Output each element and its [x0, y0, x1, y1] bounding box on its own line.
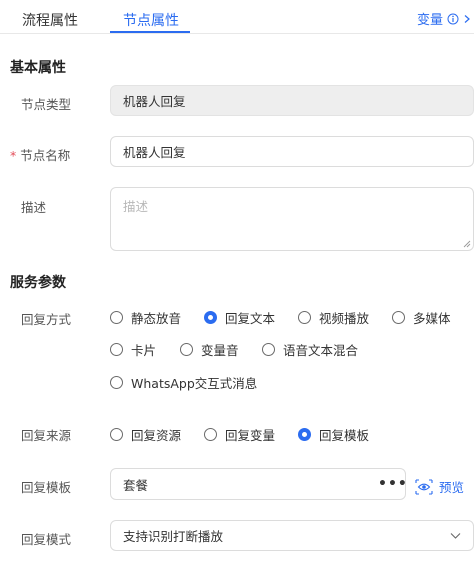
service-params-title: 服务参数 — [10, 275, 66, 291]
radio-voice-text-mix[interactable]: 语音文本混合 — [262, 340, 358, 359]
description-placeholder: 描述 — [123, 199, 149, 214]
radio-circle — [110, 343, 123, 356]
node-type-label: 节点类型 — [21, 97, 72, 112]
radio-circle — [204, 428, 217, 441]
preview-label: 预览 — [439, 480, 465, 495]
variables-link[interactable]: 变量 — [417, 9, 471, 28]
radio-circle — [180, 343, 193, 356]
radio-label: 多媒体 — [413, 311, 451, 326]
chevron-right-icon — [464, 14, 470, 23]
radio-circle — [110, 428, 123, 441]
radio-label: 变量音 — [201, 343, 239, 358]
tab-node-properties[interactable]: 节点属性 — [123, 10, 179, 30]
reply-template-value: 套餐 — [123, 477, 149, 493]
eye-icon — [415, 478, 433, 495]
reply-mode-value: 支持识别打断播放 — [123, 529, 224, 544]
resize-handle-icon[interactable] — [463, 240, 471, 248]
required-mark: * — [10, 148, 17, 163]
radio-circle — [298, 311, 311, 324]
radio-multimedia[interactable]: 多媒体 — [392, 308, 451, 327]
node-name-value: 机器人回复 — [123, 145, 186, 160]
radio-reply-text[interactable]: 回复文本 — [204, 308, 275, 327]
radio-card[interactable]: 卡片 — [110, 340, 156, 359]
radio-reply-variable[interactable]: 回复变量 — [204, 425, 275, 444]
radio-label: 回复变量 — [225, 428, 276, 443]
more-options-button[interactable]: ••• — [378, 476, 408, 492]
radio-circle — [392, 311, 405, 324]
basic-properties-title: 基本属性 — [10, 60, 66, 76]
info-icon — [447, 13, 459, 24]
tabs-divider — [0, 33, 474, 34]
reply-template-label: 回复模板 — [21, 480, 72, 495]
reply-source-label: 回复来源 — [21, 428, 72, 443]
radio-label: 回复资源 — [131, 428, 182, 443]
radio-reply-resource[interactable]: 回复资源 — [110, 425, 181, 444]
reply-mode-label: 回复模式 — [21, 532, 72, 547]
radio-circle — [110, 376, 123, 389]
node-name-input[interactable]: 机器人回复 — [110, 136, 474, 167]
variables-label: 变量 — [417, 13, 444, 28]
node-type-value: 机器人回复 — [123, 94, 186, 109]
radio-circle — [262, 343, 275, 356]
radio-whatsapp-interactive[interactable]: WhatsApp交互式消息 — [110, 373, 257, 392]
radio-circle-checked — [204, 311, 217, 324]
description-label: 描述 — [21, 200, 47, 215]
radio-label: WhatsApp交互式消息 — [131, 376, 258, 391]
description-textarea[interactable]: 描述 — [110, 187, 474, 251]
radio-static-audio[interactable]: 静态放音 — [110, 308, 181, 327]
radio-circle — [110, 311, 123, 324]
radio-circle-checked — [298, 428, 311, 441]
chevron-down-icon — [450, 533, 461, 539]
radio-label: 视频播放 — [319, 311, 370, 326]
radio-variable-audio[interactable]: 变量音 — [180, 340, 239, 359]
reply-mode-select[interactable]: 支持识别打断播放 — [110, 520, 474, 551]
radio-label: 回复文本 — [225, 311, 276, 326]
radio-label: 卡片 — [131, 343, 157, 358]
radio-label: 语音文本混合 — [283, 343, 359, 358]
node-name-label: * 节点名称 — [10, 145, 70, 164]
preview-button[interactable]: 预览 — [415, 477, 464, 496]
radio-label: 回复模板 — [319, 428, 370, 443]
reply-template-field[interactable]: 套餐 — [110, 468, 406, 500]
radio-label: 静态放音 — [131, 311, 182, 326]
node-name-label-text: 节点名称 — [20, 148, 71, 163]
radio-reply-template[interactable]: 回复模板 — [298, 425, 369, 444]
node-type-field: 机器人回复 — [110, 85, 474, 116]
reply-method-label: 回复方式 — [21, 312, 72, 327]
tab-process-properties[interactable]: 流程属性 — [22, 10, 78, 30]
radio-video-play[interactable]: 视频播放 — [298, 308, 369, 327]
